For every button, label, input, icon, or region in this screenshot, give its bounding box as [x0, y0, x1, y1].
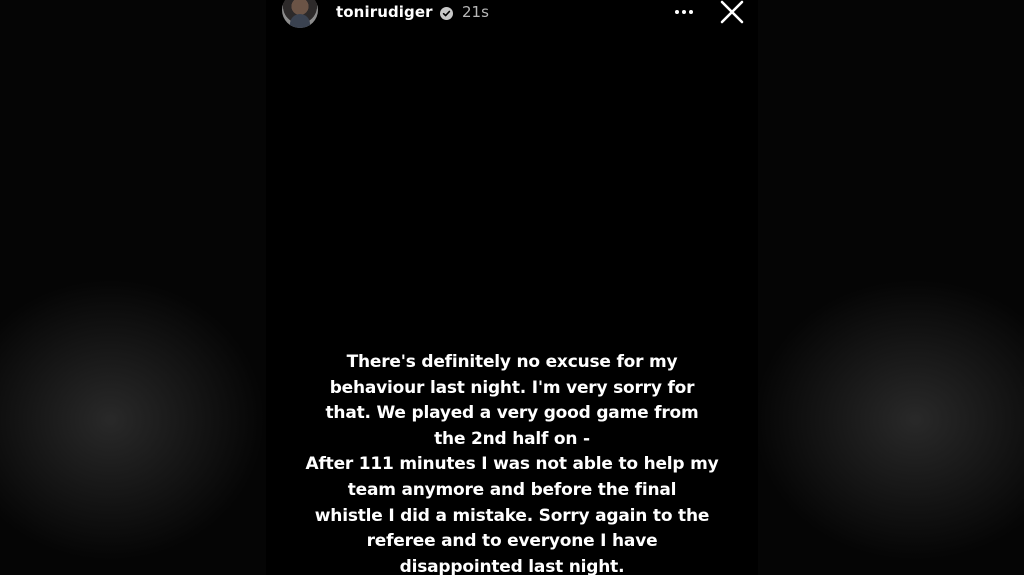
story-viewer[interactable]: tonirudiger 21s There's definitely no ex… [266, 0, 758, 575]
verified-badge-icon [440, 5, 453, 20]
caption-line: There's definitely no excuse for my [346, 352, 678, 372]
username[interactable]: tonirudiger [336, 2, 433, 22]
caption-line: team anymore and before the final [347, 479, 677, 500]
caption-line: disappointed last night. [399, 556, 625, 575]
caption-line: After 111 minutes I was not able to help… [305, 454, 719, 475]
caption-line: whistle I did a mistake. Sorry again to … [314, 505, 710, 526]
caption-line: that. We played a very good game from [325, 403, 699, 424]
more-options-icon[interactable] [670, 4, 698, 20]
story-header: tonirudiger 21s [266, 0, 758, 28]
avatar[interactable] [282, 0, 318, 28]
caption-line: behaviour last night. I'm very sorry for [329, 377, 695, 398]
story-caption: There's definitely no excuse for my beha… [282, 350, 742, 575]
caption-line: referee and to everyone I have [366, 531, 658, 552]
close-icon[interactable] [718, 0, 746, 26]
caption-line: the 2nd half on - [434, 428, 590, 449]
story-timestamp: 21s [462, 3, 489, 21]
